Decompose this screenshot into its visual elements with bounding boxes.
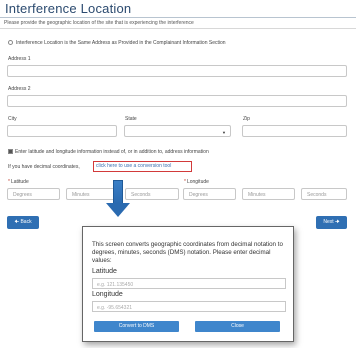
zip-label: Zip (243, 116, 250, 122)
interference-location-panel: Interference Location Please provide the… (0, 0, 356, 236)
arrow-right-icon: 🠊 (335, 219, 340, 225)
down-arrow-icon (106, 203, 130, 217)
longitude-seconds-input[interactable]: Seconds (301, 188, 347, 200)
address2-label: Address 2 (8, 86, 31, 92)
latitude-label: *Latitude (8, 179, 29, 185)
back-button[interactable]: 🠈 Back (7, 216, 39, 229)
next-button[interactable]: Next 🠊 (316, 216, 347, 229)
longitude-minutes-input[interactable]: Minutes (242, 188, 295, 200)
required-mark: * (184, 179, 186, 185)
latitude-seconds-input[interactable]: Seconds (125, 188, 179, 200)
page-title: Interference Location (5, 1, 132, 16)
modal-longitude-label: Longitude (92, 291, 123, 298)
arrow-left-icon: 🠈 (14, 219, 20, 225)
latlong-checkbox[interactable] (8, 149, 13, 154)
longitude-degrees-input[interactable]: Degrees (183, 188, 236, 200)
city-label: City (8, 116, 17, 122)
conversion-tool-dialog: This screen converts geographic coordina… (82, 226, 294, 342)
address1-label: Address 1 (8, 56, 31, 62)
conversion-description: This screen converts geographic coordina… (92, 241, 283, 264)
subtitle-divider (0, 28, 356, 29)
address1-input[interactable] (7, 65, 347, 77)
title-divider (0, 17, 356, 18)
same-address-label: Interference Location is the Same Addres… (16, 40, 226, 46)
same-address-radio[interactable] (8, 40, 13, 45)
chevron-down-icon: ▼ (222, 130, 226, 135)
close-button[interactable]: Close (195, 321, 280, 332)
conversion-tool-link[interactable]: click here to use a conversion tool (96, 163, 171, 169)
latitude-minutes-input[interactable]: Minutes (66, 188, 119, 200)
page-subtitle: Please provide the geographic location o… (4, 20, 194, 26)
state-select[interactable]: ▼ (124, 125, 231, 137)
modal-longitude-input[interactable]: e.g. -95.654321 (92, 301, 286, 312)
latitude-label-text: Latitude (10, 179, 29, 185)
state-label: State (125, 116, 137, 122)
required-mark: * (8, 179, 10, 185)
city-input[interactable] (7, 125, 117, 137)
modal-latitude-input[interactable]: e.g. 121.135450 (92, 278, 286, 289)
zip-input[interactable] (242, 125, 347, 137)
decimal-prompt: If you have decimal coordinates, (8, 164, 80, 170)
back-button-label: Back (20, 219, 32, 225)
callout-arrow-shaft (113, 180, 123, 204)
latitude-degrees-input[interactable]: Degrees (7, 188, 60, 200)
longitude-label: *Longitude (184, 179, 209, 185)
address2-input[interactable] (7, 95, 347, 107)
convert-to-dms-button[interactable]: Convert to DMS (94, 321, 179, 332)
modal-latitude-label: Latitude (92, 268, 117, 275)
next-button-label: Next (323, 219, 334, 225)
latlong-checkbox-label: Enter latitude and longitude information… (15, 149, 209, 155)
longitude-label-text: Longitude (186, 179, 209, 185)
